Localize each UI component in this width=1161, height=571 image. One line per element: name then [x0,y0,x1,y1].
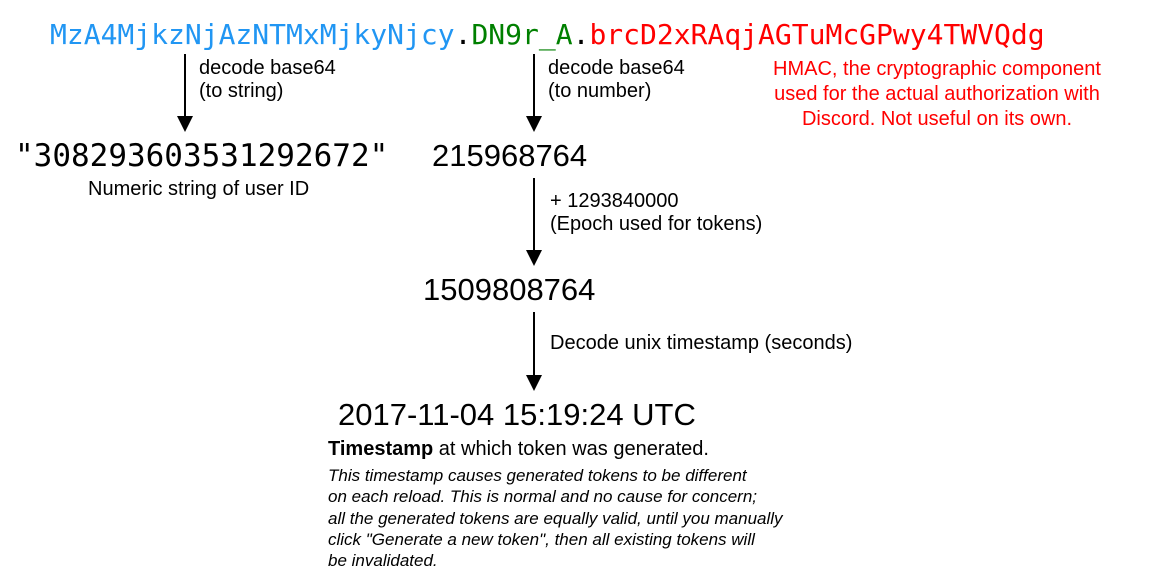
epoch-sum: 1509808764 [423,272,595,308]
token-dot-2: . [573,18,590,51]
decoded-user-id-caption: Numeric string of user ID [88,178,309,201]
timestamp-explanation: This timestamp causes generated tokens t… [328,465,848,571]
decoded-number: 215968764 [432,138,587,174]
label-decode-unix-timestamp: Decode unix timestamp (seconds) [550,332,890,355]
decoded-user-id: "308293603531292672" [15,138,388,174]
label-decode-to-number: decode base64 (to number) [548,57,728,103]
timestamp-caption: Timestamp at which token was generated. [328,438,709,461]
token-dot-1: . [455,18,472,51]
token-part-userid: MzA4MjkzNjAzNTMxMjkyNjcy [50,18,455,51]
decoded-timestamp: 2017-11-04 15:19:24 UTC [338,397,696,433]
hmac-description: HMAC, the cryptographic component used f… [737,57,1137,132]
label-add-epoch: + 1293840000 (Epoch used for tokens) [550,190,810,236]
token-part-timestamp: DN9r_A [471,18,572,51]
token-row: MzA4MjkzNjAzNTMxMjkyNjcy.DN9r_A.brcD2xRA… [50,18,1045,51]
token-part-hmac: brcD2xRAqjAGTuMcGPwy4TWVQdg [589,18,1044,51]
label-decode-to-string: decode base64 (to string) [199,57,369,103]
